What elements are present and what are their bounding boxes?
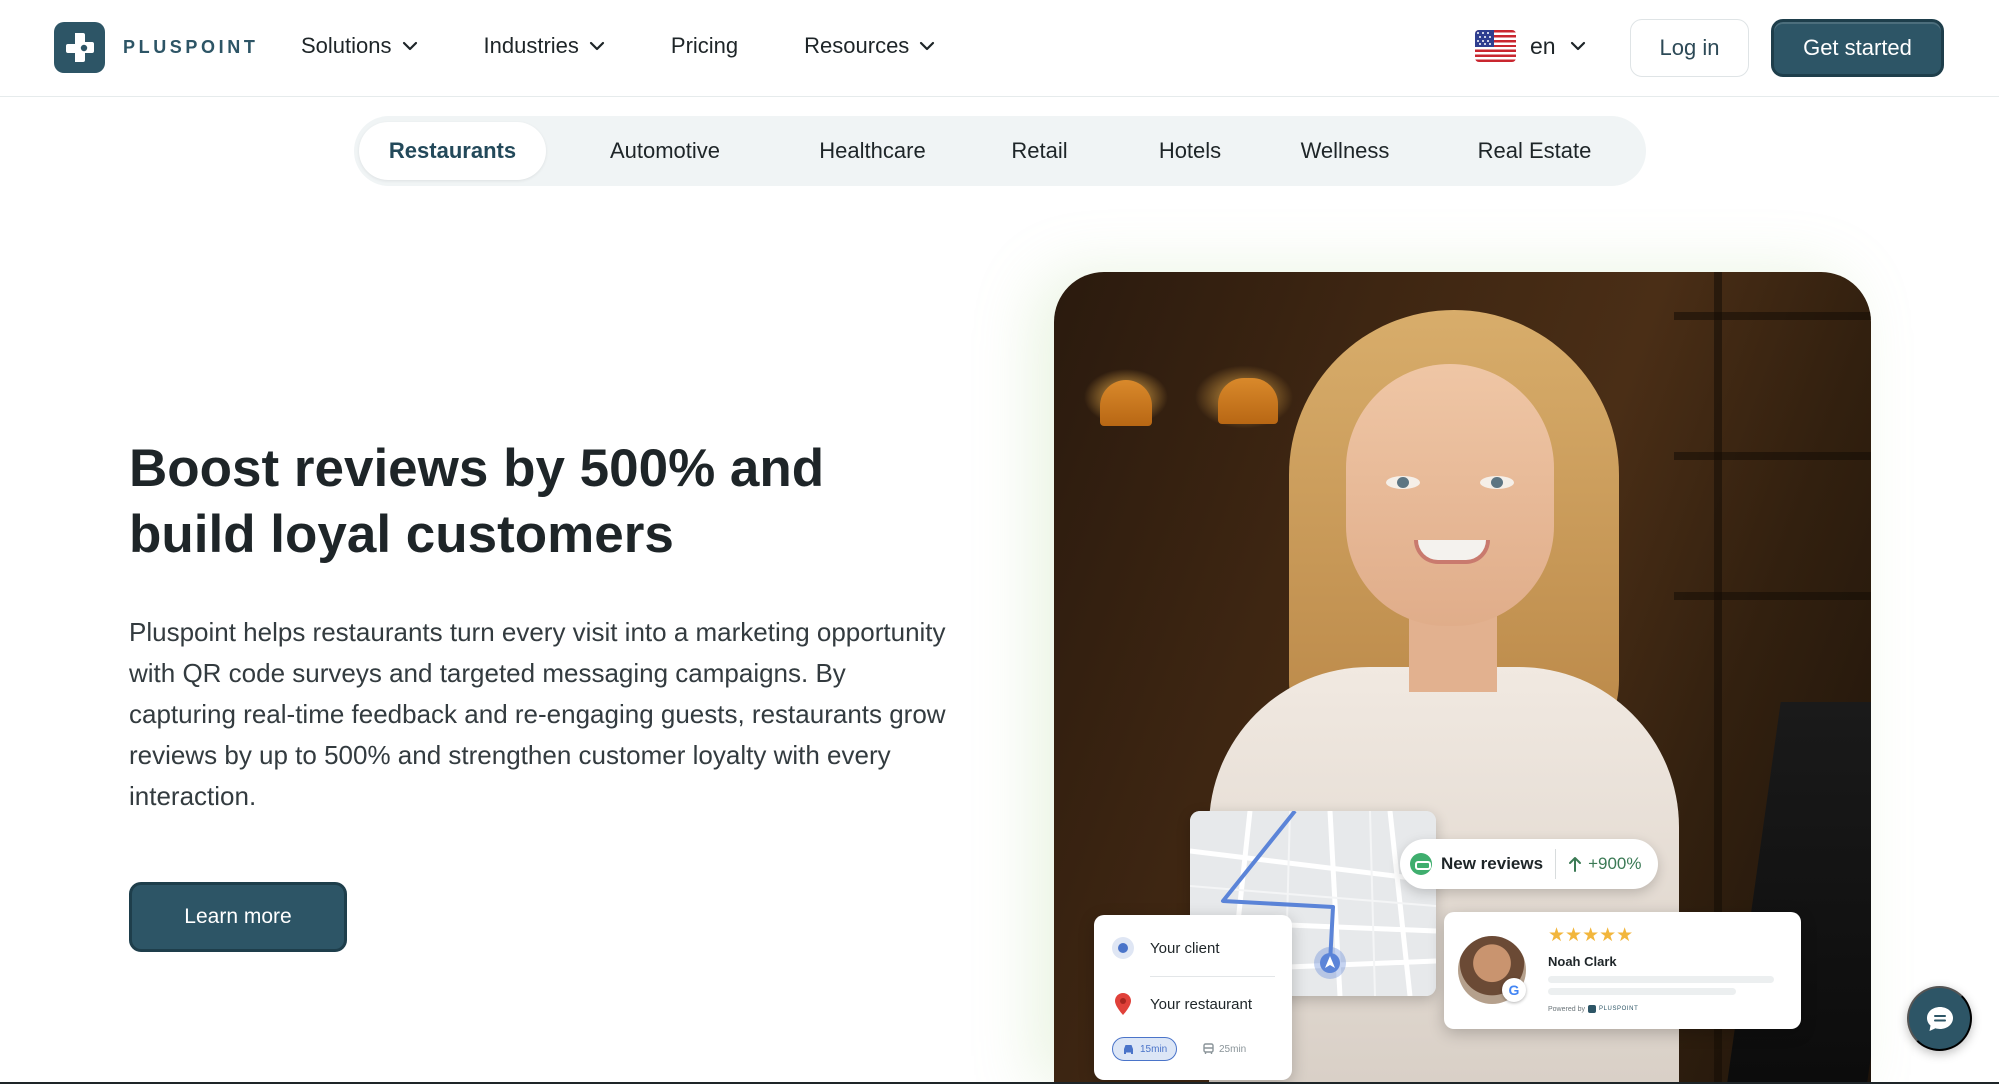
tab-restaurants[interactable]: Restaurants — [359, 122, 546, 180]
nav-pricing[interactable]: Pricing — [671, 33, 738, 59]
tab-real-estate[interactable]: Real Estate — [1428, 122, 1641, 180]
tab-retail[interactable]: Retail — [961, 122, 1118, 180]
brand-name: PLUSPOINT — [123, 37, 259, 57]
brand-logo[interactable]: PLUSPOINT — [54, 22, 258, 73]
nav-industries-label: Industries — [483, 33, 579, 58]
arrow-up-icon — [1569, 857, 1582, 872]
google-icon: G — [1502, 978, 1526, 1002]
review-growth-stat: +900% — [1568, 854, 1641, 874]
get-started-button[interactable]: Get started — [1771, 19, 1944, 77]
shelf — [1674, 452, 1871, 460]
tab-automotive[interactable]: Automotive — [546, 122, 784, 180]
chevron-down-icon — [402, 41, 417, 51]
nav-industries[interactable]: Industries — [484, 33, 605, 59]
bus-icon — [1203, 1043, 1214, 1054]
car-icon — [1124, 1044, 1133, 1054]
pluspoint-logo-icon — [54, 22, 105, 73]
reviewer-name: Noah Clark — [1548, 954, 1617, 969]
tab-wellness[interactable]: Wellness — [1262, 122, 1428, 180]
nav-resources[interactable]: Resources — [804, 33, 935, 59]
nav-resources-label: Resources — [804, 33, 910, 58]
new-reviews-label: New reviews — [1441, 854, 1544, 873]
powered-by-brand: PLUSPOINT — [1598, 1006, 1639, 1012]
powered-by-label: Powered by — [1548, 1005, 1585, 1013]
star-rating: ★★★★★ — [1548, 925, 1634, 946]
review-text-placeholder — [1548, 988, 1736, 995]
drive-time-pill: 15min — [1112, 1037, 1178, 1061]
review-text-placeholder — [1548, 976, 1774, 983]
person-eye — [1480, 476, 1514, 489]
transit-time-pill: 25min — [1194, 1037, 1255, 1061]
restaurant-label: Your restaurant — [1150, 995, 1253, 1013]
new-reviews-badge: New reviews +900% — [1400, 839, 1658, 889]
person-smile — [1414, 540, 1490, 564]
chat-button[interactable] — [1907, 986, 1972, 1051]
route-restaurant-row: Your restaurant — [1112, 993, 1252, 1015]
language-code: en — [1530, 32, 1556, 59]
nav-pricing-label: Pricing — [670, 33, 739, 58]
route-divider — [1150, 976, 1275, 977]
powered-by: Powered by PLUSPOINT — [1548, 1005, 1638, 1013]
nav-solutions[interactable]: Solutions — [301, 33, 418, 59]
pluspoint-mini-icon — [1587, 1005, 1596, 1013]
hero-title-line-1: Boost reviews by 500% and — [129, 439, 825, 498]
shelf — [1674, 312, 1871, 320]
industry-tabs: Restaurants Automotive Healthcare Retail… — [354, 116, 1646, 186]
main-nav: Solutions Industries Pricing Resources — [301, 33, 1001, 59]
person-face — [1346, 364, 1554, 626]
transit-time: 25min — [1219, 1043, 1247, 1055]
reviews-icon — [1410, 853, 1432, 875]
learn-more-button[interactable]: Learn more — [129, 882, 347, 952]
drive-time: 15min — [1140, 1043, 1168, 1055]
login-button[interactable]: Log in — [1630, 19, 1749, 77]
route-client-row: Your client — [1112, 937, 1220, 959]
shelf — [1674, 592, 1871, 600]
nav-solutions-label: Solutions — [301, 33, 392, 58]
badge-divider — [1555, 849, 1557, 879]
language-selector[interactable]: en — [1475, 30, 1586, 62]
chevron-down-icon — [1570, 41, 1585, 51]
map-pin-icon — [1115, 993, 1131, 1015]
hero-title-line-2: build loyal customers — [129, 505, 674, 564]
review-card: G ★★★★★ Noah Clark Powered by PLUSPOINT — [1444, 912, 1801, 1029]
hero-title: Boost reviews by 500% and build loyal cu… — [129, 436, 889, 568]
client-location-icon — [1112, 937, 1134, 959]
chat-bubble-icon — [1926, 1006, 1953, 1031]
chevron-down-icon — [589, 41, 605, 51]
client-label: Your client — [1150, 939, 1220, 957]
pendant-lamp — [1100, 380, 1152, 426]
us-flag-icon — [1475, 30, 1516, 62]
tab-healthcare[interactable]: Healthcare — [784, 122, 961, 180]
review-growth-value: +900% — [1588, 854, 1642, 873]
person-eye — [1386, 476, 1420, 489]
site-header: PLUSPOINT Solutions Industries Pricing R… — [0, 0, 1999, 97]
hero-description: Pluspoint helps restaurants turn every v… — [129, 617, 946, 811]
pendant-lamp — [1218, 378, 1278, 424]
chevron-down-icon — [920, 41, 935, 51]
tab-hotels[interactable]: Hotels — [1118, 122, 1262, 180]
route-card: Your client Your restaurant 15min 25min — [1094, 915, 1292, 1080]
